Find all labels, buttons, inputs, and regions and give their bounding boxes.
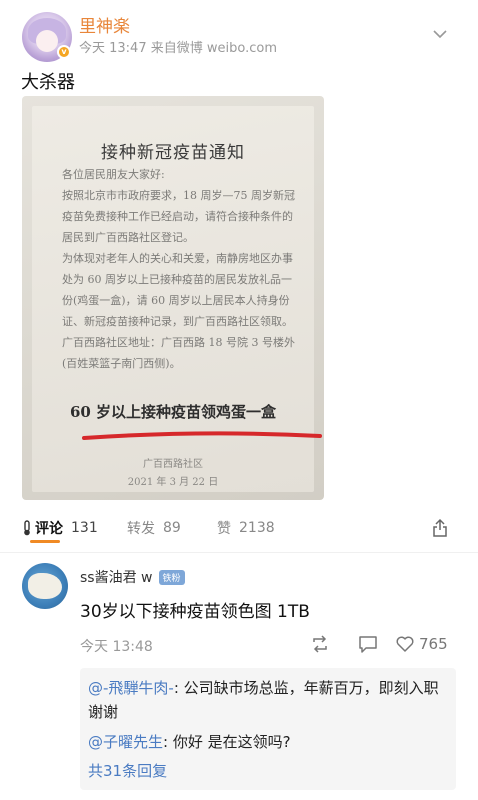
like-label: 赞: [217, 521, 231, 537]
reply-item: @子曜先生: 你好 是在这领吗?: [88, 730, 450, 754]
avatar-face: [36, 30, 58, 52]
reply-text: : 你好 是在这领吗?: [163, 733, 291, 751]
repost-count: 89: [163, 520, 181, 536]
comments-tab[interactable]: 评论 131: [21, 518, 98, 538]
comment-time: 今天 13:48: [80, 639, 153, 655]
comments-count: 131: [71, 520, 98, 536]
weibo-post-page: v 里神楽 今天 13:47 来自微博 weibo.com 大杀器 接种新冠疫苗…: [0, 0, 478, 800]
reply-item: @-飛騨牛肉-: 公司缺市场总监，年薪百万，即刻入职谢谢: [88, 676, 450, 724]
notice-para-1: 按照北京市市政府要求，18 周岁—75 周岁新冠疫苗免费接种工作已经启动，请符合…: [62, 189, 295, 244]
author-name[interactable]: 里神楽: [79, 12, 130, 37]
post-meta: 今天 13:47 来自微博 weibo.com: [79, 41, 277, 56]
verified-badge-icon: v: [57, 45, 71, 59]
commenter-avatar[interactable]: [22, 563, 68, 609]
comment-like-count: 765: [419, 635, 448, 653]
commenter-name[interactable]: ss酱油君 w: [80, 567, 153, 587]
notice-para-2: 为体现对老年人的关心和关爱，南静房地区办事处为 60 周岁以上已接种疫苗的居民发…: [62, 252, 293, 328]
avatar-cloud: [28, 573, 62, 599]
post-action-bar: 评论 131 转发 89 赞 2138: [0, 518, 478, 542]
fan-badge: 铁粉: [158, 569, 185, 585]
comment-text: 30岁以下接种疫苗领色图 1TB: [80, 602, 310, 622]
reply-preview-box[interactable]: @-飛騨牛肉-: 公司缺市场总监，年薪百万，即刻入职谢谢 @子曜先生: 你好 是…: [80, 668, 456, 790]
like-tab[interactable]: 赞 2138: [217, 518, 275, 538]
like-count: 2138: [239, 520, 275, 536]
share-icon[interactable]: [431, 518, 449, 538]
post-image[interactable]: 接种新冠疫苗通知 各位居民朋友大家好: 按照北京市市政府要求，18 周岁—75 …: [22, 96, 324, 500]
repost-label: 转发: [127, 521, 155, 537]
comment-icon[interactable]: [358, 634, 378, 654]
comments-label: 评论: [35, 521, 63, 537]
notice-title: 接种新冠疫苗通知: [101, 143, 245, 163]
repost-tab[interactable]: 转发 89: [127, 518, 181, 538]
chevron-down-icon[interactable]: [432, 26, 448, 42]
reply-user[interactable]: @子曜先生: [88, 733, 163, 751]
thermometer-icon: [24, 520, 30, 536]
reply-user[interactable]: @-飛騨牛肉-: [88, 679, 174, 697]
notice-headline: 60 岁以上接种疫苗领鸡蛋一盒: [69, 403, 277, 421]
post-text: 大杀器: [21, 72, 75, 93]
repost-icon[interactable]: [310, 634, 330, 654]
more-replies-link[interactable]: 共31条回复: [88, 760, 167, 781]
notice-sign-org: 广百西路社区: [143, 459, 203, 470]
active-tab-indicator: [30, 540, 60, 543]
notice-signature: 广百西路社区 2021 年 3 月 22 日: [22, 456, 324, 492]
divider: [0, 552, 478, 553]
notice-address: 广百西路社区地址：广百西路 18 号院 3 号楼外(百姓菜篮子南门西侧)。: [62, 336, 295, 370]
commenter-name-row: ss酱油君 w 铁粉: [80, 567, 185, 587]
heart-icon[interactable]: [395, 634, 415, 654]
notice-body: 各位居民朋友大家好: 按照北京市市政府要求，18 周岁—75 周岁新冠疫苗免费接…: [62, 164, 300, 374]
red-underline-mark: [82, 431, 322, 440]
notice-sign-date: 2021 年 3 月 22 日: [127, 477, 219, 488]
notice-greeting: 各位居民朋友大家好:: [62, 168, 165, 181]
